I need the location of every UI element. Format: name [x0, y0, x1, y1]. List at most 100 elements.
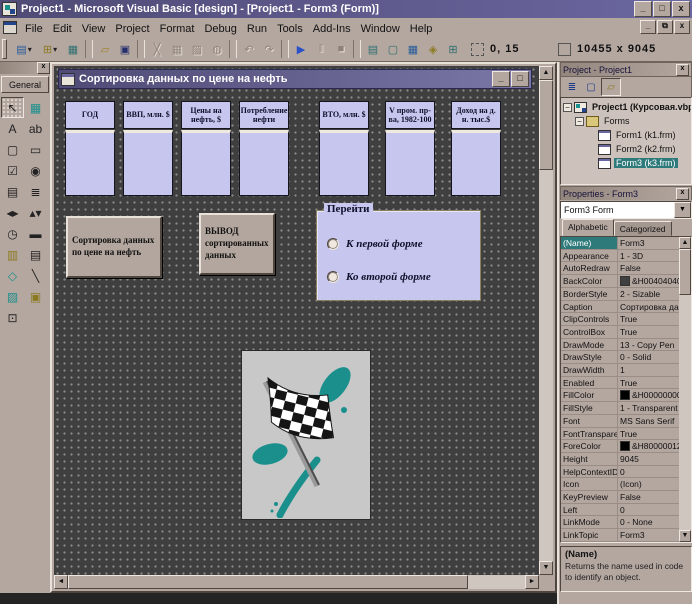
toolbox-tool-image[interactable]: ▨	[1, 286, 24, 307]
property-grid-scrollbar[interactable]: ▲ ▼	[679, 237, 691, 542]
toolbar-project-explorer-button[interactable]: ▤	[363, 40, 383, 58]
option-button[interactable]: К первой форме	[327, 238, 423, 250]
toolbar-toolbox-button[interactable]: ⊞	[443, 40, 463, 58]
toolbar-separator-button[interactable]	[137, 40, 145, 58]
property-value[interactable]: 0	[618, 466, 679, 478]
property-value[interactable]: 1 - 3D	[618, 250, 679, 262]
column-listbox[interactable]	[123, 130, 173, 196]
view-object-icon[interactable]: ▢	[582, 79, 600, 95]
toolbox-tool-dirlistbox[interactable]: ▥	[1, 244, 24, 265]
toolbar-redo-button[interactable]: ↷	[259, 40, 279, 58]
property-row[interactable]: Font MS Sans Serif	[561, 415, 679, 428]
menu-item[interactable]: Add-Ins	[308, 21, 356, 37]
property-name[interactable]: Enabled	[561, 377, 618, 389]
column-listbox[interactable]	[239, 130, 289, 196]
toolbar-start-button[interactable]: ▶	[291, 40, 311, 58]
horizontal-scroll-thumb[interactable]	[68, 575, 468, 589]
property-value[interactable]: MS Sans Serif	[618, 415, 679, 427]
toolbox-tool-optionbutton[interactable]: ◉	[24, 160, 47, 181]
toolbox-tool-picturebox[interactable]: ▦	[24, 97, 47, 118]
toolbox-tool-shape[interactable]: ◇	[1, 265, 24, 286]
toolbar-separator-button[interactable]	[353, 40, 361, 58]
property-row[interactable]: DrawMode 13 - Copy Pen	[561, 339, 679, 352]
close-button[interactable]: x	[672, 1, 690, 17]
toolbox-tool-label[interactable]: A	[1, 118, 24, 139]
property-value[interactable]: Сортировка да	[618, 301, 679, 313]
property-name[interactable]: DrawStyle	[561, 351, 618, 363]
property-value[interactable]: 0	[618, 504, 679, 516]
menu-item[interactable]: Format	[155, 21, 200, 37]
property-row[interactable]: FontTransparent True	[561, 428, 679, 441]
property-row[interactable]: (Name) Form3	[561, 237, 679, 250]
property-row[interactable]: ControlBox True	[561, 326, 679, 339]
column-listbox[interactable]	[319, 130, 369, 196]
toolbox-tool-commandbutton[interactable]: ▭	[24, 139, 47, 160]
toolbox-tool-timer[interactable]: ◷	[1, 223, 24, 244]
property-value[interactable]: 1 - Transparent	[618, 402, 679, 414]
property-value[interactable]: True	[618, 428, 679, 440]
property-name[interactable]: HelpContextID	[561, 466, 618, 478]
column-header-label[interactable]: Потребление нефти	[239, 101, 289, 129]
property-row[interactable]: KeyPreview False	[561, 491, 679, 504]
properties-close-icon[interactable]: x	[676, 188, 689, 200]
chevron-down-icon[interactable]: ▼	[674, 202, 691, 218]
project-explorer-close-icon[interactable]: x	[676, 64, 689, 76]
toolbar-object-browser-button[interactable]: ◈	[423, 40, 443, 58]
project-explorer-title-bar[interactable]: Project - Project1 x	[560, 62, 692, 76]
property-value[interactable]: 13 - Copy Pen	[618, 339, 679, 351]
property-row[interactable]: ForeColor &H80000012&	[561, 440, 679, 453]
property-row[interactable]: Enabled True	[561, 377, 679, 390]
property-value[interactable]: &H80000012&	[618, 440, 679, 452]
property-name[interactable]: FillStyle	[561, 402, 618, 414]
picture-box[interactable]	[241, 350, 371, 520]
property-row[interactable]: DrawStyle 0 - Solid	[561, 351, 679, 364]
property-name[interactable]: Caption	[561, 301, 618, 313]
toolbar-break-button[interactable]: ‖	[311, 40, 331, 58]
property-name[interactable]: LinkMode	[561, 516, 618, 528]
menu-item[interactable]: Tools	[272, 21, 308, 37]
toolbar-grip[interactable]	[2, 39, 7, 59]
property-value[interactable]: True	[618, 313, 679, 325]
property-value[interactable]: 2 - Sizable	[618, 288, 679, 300]
property-row[interactable]: BackColor &H00404040&	[561, 275, 679, 288]
property-row[interactable]: Appearance 1 - 3D	[561, 250, 679, 263]
toolbox-tool-hscrollbar[interactable]: ◂▸	[1, 202, 24, 223]
menu-item[interactable]: View	[77, 21, 111, 37]
property-name[interactable]: DrawMode	[561, 339, 618, 351]
toolbar-paste-button[interactable]: ▨	[187, 40, 207, 58]
property-name[interactable]: KeyPreview	[561, 491, 618, 503]
object-selector[interactable]: Form3 Form ▼	[560, 201, 692, 219]
column-header-label[interactable]: Доход на д. н. тыс.$	[451, 101, 501, 129]
toolbox-tool-drivelistbox[interactable]: ▬	[24, 223, 47, 244]
property-value[interactable]: 1	[618, 364, 679, 376]
toolbox-tab-general[interactable]: General	[1, 76, 49, 93]
toolbox-tool-filelistbox[interactable]: ▤	[24, 244, 47, 265]
property-row[interactable]: Caption Сортировка да	[561, 301, 679, 314]
toolbar-menu-editor-button[interactable]: ▦	[63, 40, 83, 58]
column-listbox[interactable]	[65, 130, 115, 196]
column-header-label[interactable]: ВТО, млн. $	[319, 101, 369, 129]
column-listbox[interactable]	[181, 130, 231, 196]
property-name[interactable]: DrawWidth	[561, 364, 618, 376]
scroll-left-icon[interactable]: ◄	[54, 575, 68, 589]
toolbox-tool-combobox[interactable]: ▤	[1, 181, 24, 202]
column-header-label[interactable]: ВВП, млн. $	[123, 101, 173, 129]
property-name[interactable]: LinkTopic	[561, 529, 618, 541]
tree-expander-icon[interactable]: −	[575, 117, 584, 126]
property-name[interactable]: Font	[561, 415, 618, 427]
designer-horizontal-scrollbar[interactable]: ◄ ►	[54, 575, 539, 589]
property-row[interactable]: FillStyle 1 - Transparent	[561, 402, 679, 415]
property-value[interactable]: False	[618, 491, 679, 503]
toolbar-find-button[interactable]: ◍	[207, 40, 227, 58]
property-name[interactable]: BorderStyle	[561, 288, 618, 300]
toolbar-form-layout-window-button[interactable]: ▦	[403, 40, 423, 58]
scroll-down-icon[interactable]: ▼	[539, 561, 553, 575]
toolbox-tool-pointer[interactable]: ↖	[1, 97, 24, 118]
toolbar-end-button[interactable]: ■	[331, 40, 351, 58]
property-row[interactable]: DrawWidth 1	[561, 364, 679, 377]
property-name[interactable]: Icon	[561, 478, 618, 490]
project-tree-item[interactable]: − Project1 (Курсовая.vbp)	[561, 100, 691, 114]
toolbar-open-project-button[interactable]: ▱	[95, 40, 115, 58]
column-header-label[interactable]: ГОД	[65, 101, 115, 129]
designed-form-title-bar[interactable]: Сортировка данных по цене на нефть _ □	[58, 69, 532, 89]
